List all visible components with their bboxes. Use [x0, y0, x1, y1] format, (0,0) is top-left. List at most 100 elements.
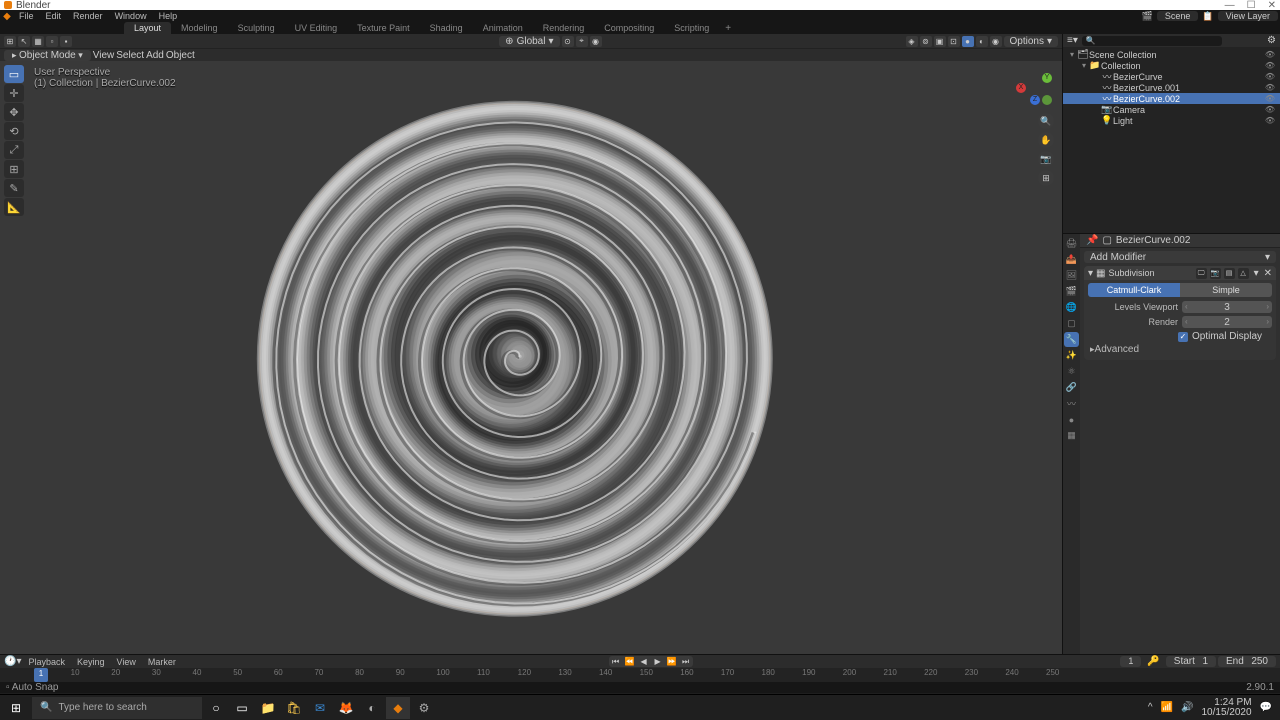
prop-tab-view-layer[interactable]: 🖼 — [1064, 268, 1079, 283]
system-tray[interactable]: ^ 📶 🔊 1:24 PM 10/15/2020 💬 — [1148, 698, 1278, 718]
subdivision-type-simple[interactable]: Simple — [1180, 283, 1272, 297]
tl-menu-keying[interactable]: Keying — [72, 657, 110, 667]
settings-taskbar-icon[interactable]: ⚙ — [412, 697, 436, 719]
add-workspace-button[interactable]: + — [719, 23, 737, 34]
show-gizmo-button[interactable]: ◈ — [906, 36, 918, 47]
window-maximize-button[interactable]: ☐ — [1247, 0, 1256, 11]
axis-x[interactable]: X — [1016, 83, 1026, 93]
vp-menu-select[interactable]: Select — [116, 50, 144, 61]
menu-render[interactable]: Render — [68, 11, 108, 21]
modifier-name[interactable]: Subdivision — [1108, 268, 1192, 278]
taskbar-clock[interactable]: 1:24 PM 10/15/2020 — [1201, 698, 1251, 718]
pivot-button[interactable]: ⊙ — [562, 36, 574, 47]
proportional-button[interactable]: ◉ — [590, 36, 602, 47]
timeline-playhead[interactable]: 1 — [34, 668, 48, 682]
prop-tab-world[interactable]: 🌐 — [1064, 300, 1079, 315]
shading-wireframe-button[interactable]: ⊡ — [948, 36, 960, 47]
prop-tab-scene[interactable]: 🎬 — [1064, 284, 1079, 299]
viewport-3d[interactable]: User Perspective (1) Collection | Bezier… — [0, 61, 1062, 654]
view-layer-selector[interactable]: View Layer — [1218, 11, 1278, 21]
tab-texture-paint[interactable]: Texture Paint — [347, 22, 420, 34]
tool-scale[interactable]: ⤢ — [4, 141, 24, 159]
menu-help[interactable]: Help — [154, 11, 183, 21]
camera-view-button[interactable]: 📷 — [1038, 151, 1054, 167]
task-view-icon[interactable]: ▭ — [230, 697, 254, 719]
tool-move[interactable]: ✥ — [4, 103, 24, 121]
outliner-search[interactable]: 🔍 — [1082, 36, 1222, 46]
firefox-icon[interactable]: 🦊 — [334, 697, 358, 719]
axis-z[interactable]: Z — [1030, 95, 1040, 105]
explorer-icon[interactable]: 📁 — [256, 697, 280, 719]
menu-file[interactable]: File — [14, 11, 39, 21]
prop-tab-modifiers[interactable]: 🔧 — [1064, 332, 1079, 347]
prop-tab-material[interactable]: ● — [1064, 412, 1079, 427]
tab-modeling[interactable]: Modeling — [171, 22, 228, 34]
vp-menu-object[interactable]: Object — [166, 50, 195, 61]
mode-selector[interactable]: ▸ Object Mode ▾ — [4, 50, 91, 61]
outliner-row-collection[interactable]: ▾📁Collection👁 — [1063, 60, 1280, 71]
blender-taskbar-icon[interactable]: ◆ — [386, 697, 410, 719]
move-view-button[interactable]: ✋ — [1038, 132, 1054, 148]
tray-chevron-icon[interactable]: ^ — [1148, 702, 1153, 713]
menu-window[interactable]: Window — [110, 11, 152, 21]
outliner-row-light[interactable]: 💡Light👁 — [1063, 115, 1280, 126]
shading-rendered-button[interactable]: ◉ — [990, 36, 1002, 47]
tab-sculpting[interactable]: Sculpting — [228, 22, 285, 34]
outliner-row-beziercurve[interactable]: 〰BezierCurve👁 — [1063, 71, 1280, 82]
tl-menu-view[interactable]: View — [112, 657, 141, 667]
options-dropdown[interactable]: Options▾ — [1004, 36, 1059, 47]
advanced-disclosure[interactable]: ▸ Advanced — [1084, 343, 1276, 356]
prop-tab-output[interactable]: 📤 — [1064, 252, 1079, 267]
outliner-type-icon[interactable]: ≡▾ — [1067, 35, 1078, 46]
play-button[interactable]: ▶ — [651, 656, 665, 667]
gizmo-icon-3[interactable]: ▪ — [60, 36, 72, 47]
tab-rendering[interactable]: Rendering — [533, 22, 595, 34]
tool-cursor[interactable]: ✛ — [4, 84, 24, 102]
jump-to-start-button[interactable]: ⏮ — [609, 656, 623, 667]
tool-measure[interactable]: 📐 — [4, 198, 24, 216]
tray-wifi-icon[interactable]: 📶 — [1161, 702, 1173, 713]
menu-edit[interactable]: Edit — [41, 11, 67, 21]
notification-icon[interactable]: 💬 — [1260, 702, 1272, 713]
add-modifier-button[interactable]: Add Modifier▾ — [1084, 251, 1276, 263]
timeline-type-icon[interactable]: 🕐▾ — [4, 656, 21, 667]
levels-viewport-field[interactable]: ‹3› — [1182, 301, 1272, 313]
gizmo-icon[interactable]: ▦ — [32, 36, 44, 47]
mail-icon[interactable]: ✉ — [308, 697, 332, 719]
jump-prev-keyframe-button[interactable]: ⏪ — [623, 656, 637, 667]
tl-menu-playback[interactable]: Playback — [23, 657, 70, 667]
outliner-filter-button[interactable]: ⚙ — [1267, 35, 1276, 46]
start-frame-field[interactable]: Start 1 — [1166, 656, 1216, 667]
modifier-editmode-toggle[interactable]: ▤ — [1224, 268, 1235, 279]
store-icon[interactable]: 🛍 — [282, 697, 306, 719]
modifier-realtime-toggle[interactable]: 🖵 — [1196, 268, 1207, 279]
shading-solid-button[interactable]: ● — [962, 36, 974, 47]
tool-transform[interactable]: ⊞ — [4, 160, 24, 178]
snap-button[interactable]: ⌖ — [576, 36, 588, 47]
overlays-button[interactable]: ⊚ — [920, 36, 932, 47]
current-frame-field[interactable]: 1 — [1120, 656, 1141, 667]
tray-volume-icon[interactable]: 🔊 — [1181, 702, 1193, 713]
prop-tab-particles[interactable]: ✨ — [1064, 348, 1079, 363]
optimal-display-checkbox[interactable]: ✓ — [1178, 332, 1188, 342]
transform-orientation[interactable]: ⊕Global▾ — [499, 36, 559, 47]
prop-tab-curve[interactable]: 〰 — [1064, 396, 1079, 411]
tab-compositing[interactable]: Compositing — [594, 22, 664, 34]
tool-select-box[interactable]: ▭ — [4, 65, 24, 83]
autokey-button[interactable]: 🔑 — [1143, 656, 1163, 667]
modifier-close-icon[interactable]: ✕ — [1264, 268, 1272, 279]
taskbar-search[interactable]: 🔍 Type here to search — [32, 697, 202, 719]
gizmo-icon-2[interactable]: ▫ — [46, 36, 58, 47]
cursor-tool-icon[interactable]: ↖ — [18, 36, 30, 47]
outliner-row-scene-collection[interactable]: ▾🗂Scene Collection👁 — [1063, 49, 1280, 60]
prop-tab-physics[interactable]: ⚛ — [1064, 364, 1079, 379]
cortana-icon[interactable]: ○ — [204, 697, 228, 719]
persp-ortho-button[interactable]: ⊞ — [1038, 170, 1054, 186]
jump-next-keyframe-button[interactable]: ⏩ — [665, 656, 679, 667]
prop-tab-render[interactable]: 🖨 — [1064, 236, 1079, 251]
blender-logo-icon[interactable]: ◆ — [2, 11, 12, 21]
modifier-render-toggle[interactable]: 📷 — [1210, 268, 1221, 279]
outliner-row-beziercurve-002[interactable]: 〰BezierCurve.002👁 — [1063, 93, 1280, 104]
axis-y[interactable]: Y — [1042, 73, 1052, 83]
tab-scripting[interactable]: Scripting — [664, 22, 719, 34]
